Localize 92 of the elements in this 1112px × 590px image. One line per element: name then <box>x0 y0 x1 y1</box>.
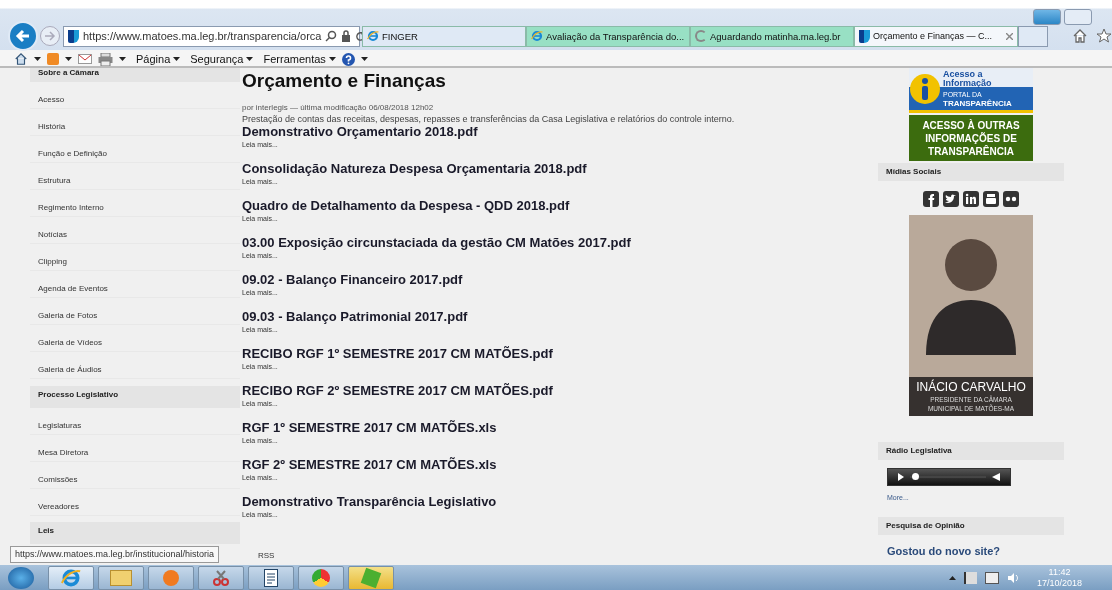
section-heading: Rádio Legislativa <box>878 442 1064 460</box>
tray-arrow-icon[interactable] <box>948 575 956 580</box>
dropdown-arrow-icon[interactable] <box>360 57 368 61</box>
home-icon[interactable] <box>14 52 28 66</box>
home-icon[interactable] <box>1072 28 1088 44</box>
taskbar-scissors-icon[interactable] <box>198 565 244 590</box>
document-link[interactable]: Demonstrativo Transparência Legislativo <box>242 494 878 510</box>
section-heading: Pesquisa de Opinião <box>878 517 1064 535</box>
twitter-icon[interactable] <box>943 191 959 207</box>
banner-text: Informação <box>943 79 993 88</box>
menu-button[interactable]: Página <box>136 53 181 65</box>
dropdown-arrow-icon[interactable] <box>34 57 41 61</box>
browser-tab[interactable]: FINGER <box>362 25 526 47</box>
video-icon[interactable] <box>983 191 999 207</box>
document-link[interactable]: RGF 2º SEMESTRE 2017 CM MATÕES.xls <box>242 457 878 473</box>
sidebar-link[interactable]: Galeria de Áudios <box>30 352 240 379</box>
network-icon[interactable] <box>984 571 999 584</box>
sidebar-link[interactable]: Comissões <box>30 462 240 489</box>
linkedin-icon[interactable] <box>963 191 979 207</box>
document-link[interactable]: 09.03 - Balanço Patrimonial 2017.pdf <box>242 309 878 325</box>
president-name: INÁCIO CARVALHO <box>916 379 1026 395</box>
sidebar-link[interactable]: Clipping <box>30 244 240 271</box>
banner-text: Acesso a <box>943 70 984 79</box>
taskbar-document-icon[interactable] <box>248 565 294 590</box>
browser-icon <box>531 30 543 42</box>
dots-icon[interactable] <box>1003 191 1019 207</box>
sidebar-link[interactable]: Notícias <box>30 217 240 244</box>
document-link[interactable]: RECIBO RGF 2º SEMESTRE 2017 CM MATÕES.pdf <box>242 383 878 399</box>
site-logo-icon <box>859 29 870 43</box>
sidebar-link[interactable]: Estrutura <box>30 163 240 190</box>
sidebar-link[interactable]: Função e Definição <box>30 136 240 163</box>
caret-icon <box>246 57 254 61</box>
document-link[interactable]: Consolidação Natureza Despesa Orçamentaria 2018.pdf <box>242 161 878 177</box>
sidebar-link[interactable]: Legislaturas <box>30 408 240 435</box>
forward-arrow-icon <box>44 30 56 42</box>
search-icon[interactable] <box>325 30 338 42</box>
browser-tab[interactable]: Avaliação da Transparência do... <box>526 25 690 47</box>
page-title: Orçamento e Finanças <box>242 70 447 93</box>
description: Prestação de contas das receitas, despesas, repasses e transferências da Casa Legislativa e relatórios do controle interno. <box>242 114 736 124</box>
document-link[interactable]: RECIBO RGF 1º SEMESTRE 2017 CM MATÕES.pdf <box>242 346 878 362</box>
document-link[interactable]: Demonstrativo Orçamentario 2018.pdf <box>242 124 878 140</box>
sidebar-link[interactable]: História <box>30 109 240 136</box>
menu-button[interactable]: Ferramentas <box>263 53 336 65</box>
document-link[interactable]: 09.02 - Balanço Financeiro 2017.pdf <box>242 272 878 288</box>
sidebar-heading: Processo Legislativo <box>30 386 240 408</box>
sidebar-heading: Sobre a Câmara <box>30 68 240 82</box>
banner-text: TRANSPARÊNCIA <box>943 99 1012 108</box>
sidebar-link[interactable]: Regimento Interno <box>30 190 240 217</box>
volume-icon[interactable] <box>992 473 1000 481</box>
sidebar-link[interactable]: Vereadores <box>30 489 240 516</box>
facebook-icon[interactable] <box>923 191 939 207</box>
back-button[interactable] <box>8 21 38 51</box>
dropdown-arrow-icon[interactable] <box>119 57 126 61</box>
taskbar-browser-icon[interactable] <box>48 565 94 590</box>
sidebar-link[interactable]: Mesa Diretora <box>30 435 240 462</box>
menu-button[interactable]: Segurança <box>190 53 254 65</box>
info-icon <box>909 73 941 105</box>
caret-icon <box>173 57 181 61</box>
printer-icon[interactable] <box>98 52 113 66</box>
document-link[interactable]: Quadro de Detalhamento da Despesa - QDD 2018.pdf <box>242 198 878 214</box>
address-bar[interactable]: https://www.matoes.ma.leg.br/transparencia/orca <box>63 25 360 47</box>
browser-tab[interactable]: Orçamento e Finanças — C... <box>854 25 1018 47</box>
mail-icon[interactable] <box>78 54 92 64</box>
section-heading: Mídias Sociais <box>878 163 1064 181</box>
site-logo-icon <box>68 29 79 43</box>
close-icon[interactable] <box>1006 32 1013 40</box>
sidebar-link[interactable]: Galeria de Vídeos <box>30 325 240 352</box>
flag-icon[interactable] <box>963 571 977 584</box>
document-link[interactable]: RGF 1º SEMESTRE 2017 CM MATÕES.xls <box>242 420 878 436</box>
sidebar-link[interactable]: Agenda de Eventos <box>30 271 240 298</box>
browser-tab[interactable]: Aguardando matinha.ma.leg.br <box>690 25 854 47</box>
rss-link[interactable]: RSS <box>258 551 275 560</box>
audio-player[interactable] <box>887 468 1011 486</box>
dropdown-arrow-icon[interactable] <box>65 57 72 61</box>
sidebar-link[interactable]: Galeria de Fotos <box>30 298 240 325</box>
lock-icon <box>341 30 352 42</box>
browser-icon <box>367 30 379 42</box>
sidebar-heading: Leis <box>30 522 240 544</box>
back-arrow-icon <box>14 27 32 45</box>
status-url-tooltip: https://www.matoes.ma.leg.br/institucional/historia <box>10 546 220 563</box>
play-icon[interactable] <box>898 473 904 481</box>
start-button[interactable] <box>8 566 34 589</box>
star-icon[interactable] <box>1096 28 1112 44</box>
document-link[interactable]: 03.00 Exposição circunstaciada da gestão CM Matões 2017.pdf <box>242 235 878 251</box>
byline: por interlegis — última modificação 06/08/2018 12h02 <box>242 103 435 112</box>
progress-thumb[interactable] <box>911 473 919 480</box>
sidebar-link[interactable]: Acesso <box>30 82 240 109</box>
caret-icon <box>328 57 336 61</box>
loading-icon <box>695 30 707 42</box>
transparency-banner[interactable]: ACESSO À OUTRAS INFORMAÇÕES DE TRANSPARÊNCIA <box>909 115 1033 161</box>
poll-question: Gostou do novo site? <box>887 545 1001 557</box>
help-icon[interactable] <box>341 52 355 66</box>
